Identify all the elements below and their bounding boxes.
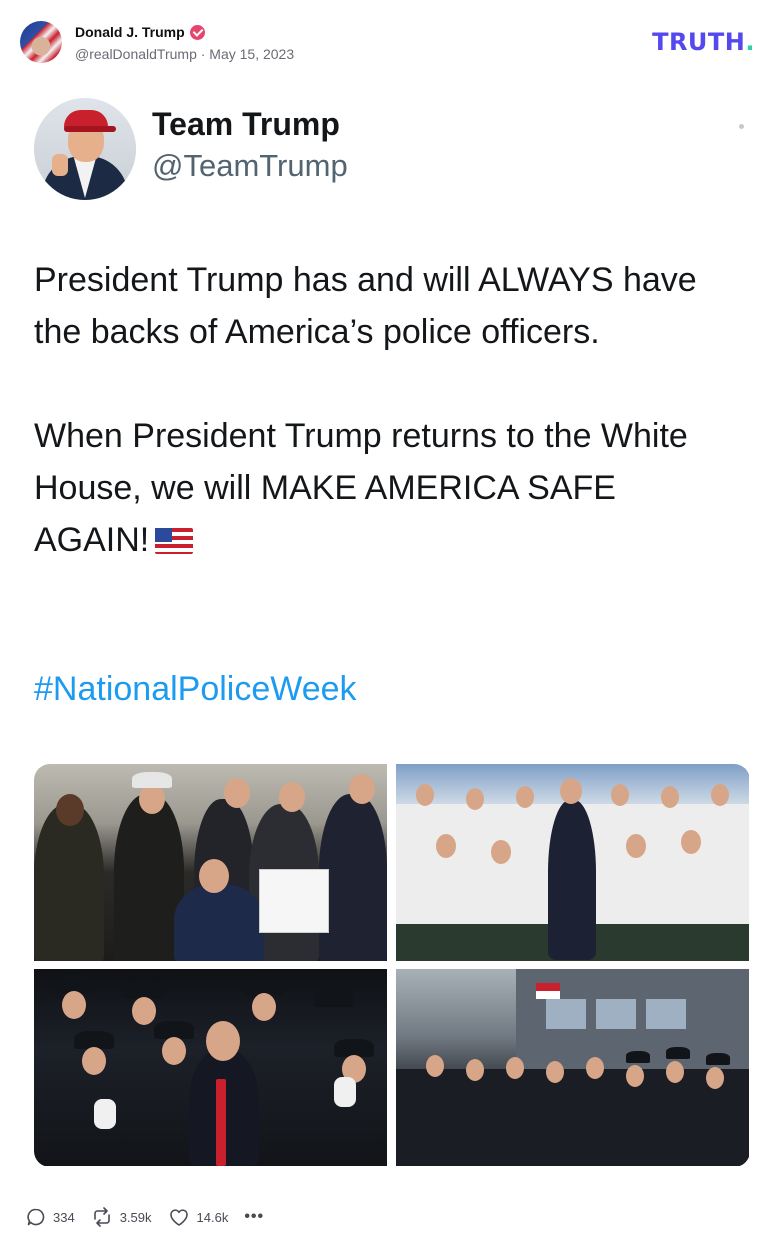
more-dot-icon (739, 124, 744, 129)
photo-bill-signing[interactable] (34, 764, 387, 961)
like-count: 14.6k (196, 1209, 229, 1225)
more-options-icon: ••• (244, 1208, 265, 1225)
author-avatar[interactable] (20, 21, 62, 63)
team-trump-avatar (34, 98, 136, 200)
repost-icon (93, 1207, 110, 1227)
more-options-button[interactable]: ••• (244, 1208, 264, 1226)
reply-button[interactable]: 334 (26, 1207, 75, 1227)
reply-icon (27, 1208, 45, 1226)
author-name-row: Donald J. Trump (75, 24, 205, 40)
brand-text: TRUTH (652, 28, 746, 56)
author-name[interactable]: Donald J. Trump (75, 24, 185, 40)
repost-button[interactable]: 3.59k (91, 1207, 152, 1227)
photo-group-air-force-one[interactable] (396, 764, 749, 961)
brand-dot: . (745, 28, 755, 56)
reply-count: 334 (53, 1209, 75, 1225)
hashtag-link[interactable]: #NationalPoliceWeek (34, 670, 357, 709)
embed-post-text: President Trump has and will ALWAYS have… (34, 254, 734, 566)
photo-officers-applause[interactable] (34, 969, 387, 1166)
photo-grid (34, 764, 750, 1167)
embed-author-name: Team Trump (152, 106, 340, 142)
verified-badge-icon (189, 24, 205, 40)
post-actions: 334 3.59k 14.6k ••• (26, 1206, 280, 1228)
post-meta[interactable]: @realDonaldTrump · May 15, 2023 (75, 46, 294, 62)
heart-icon (169, 1209, 188, 1226)
embed-author-handle: @TeamTrump (152, 148, 348, 183)
embedded-post-image[interactable]: Team Trump @TeamTrump President Trump ha… (20, 82, 758, 1185)
truth-logo[interactable]: TRUTH. (652, 28, 755, 56)
repost-count: 3.59k (119, 1209, 152, 1225)
embed-paragraph-2-text: When President Trump returns to the Whit… (34, 417, 688, 559)
post-header: Donald J. Trump @realDonaldTrump · May 1… (20, 18, 757, 68)
like-button[interactable]: 14.6k (168, 1207, 229, 1227)
us-flag-icon (155, 528, 194, 554)
embed-paragraph-1: President Trump has and will ALWAYS have… (34, 261, 697, 351)
embed-paragraph-2: When President Trump returns to the Whit… (34, 410, 734, 566)
photo-street-crowd[interactable] (396, 969, 749, 1166)
